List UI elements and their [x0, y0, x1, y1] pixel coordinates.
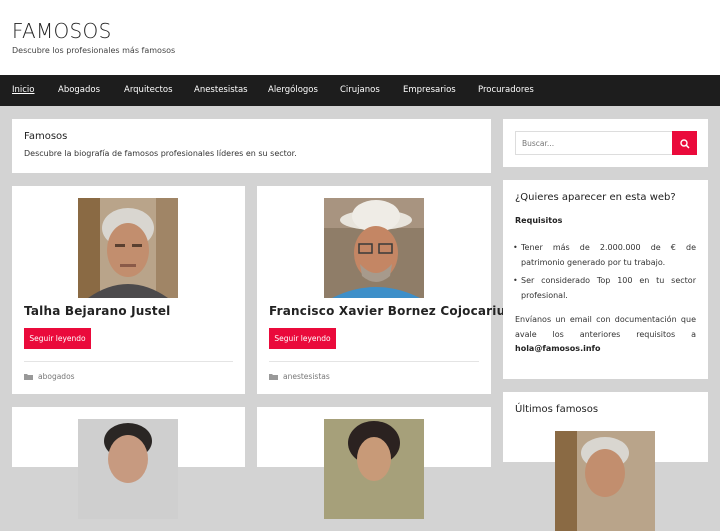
- nav-item-abogados[interactable]: Abogados: [58, 85, 100, 95]
- requirements-list: Tener más de 2.000.000 de € de patrimoni…: [513, 240, 696, 303]
- intro-text: Descubre la biografía de famosos profesi…: [24, 149, 297, 158]
- requirement-item: Ser considerado Top 100 en tu sector pro…: [513, 273, 696, 303]
- nav-item-inicio[interactable]: Inicio: [12, 85, 35, 95]
- search-button[interactable]: [672, 131, 697, 155]
- contact-paragraph: Envíanos un email con documentación que …: [515, 315, 696, 339]
- nav-item-arquitectos[interactable]: Arquitectos: [124, 85, 173, 95]
- join-widget-title: ¿Quieres aparecer en esta web?: [515, 192, 676, 203]
- requirement-item: Tener más de 2.000.000 de € de patrimoni…: [513, 240, 696, 270]
- nav-item-anestesistas[interactable]: Anestesistas: [194, 85, 248, 95]
- contact-email[interactable]: hola@famosos.info: [515, 344, 601, 353]
- nav-item-cirujanos[interactable]: Cirujanos: [340, 85, 380, 95]
- latest-widget: Últimos famosos: [503, 392, 708, 531]
- card-category: abogados: [24, 372, 75, 381]
- latest-widget-title: Últimos famosos: [515, 404, 599, 415]
- site-title[interactable]: FAMOSOS: [12, 19, 112, 43]
- intro-box: Famosos Descubre la biografía de famosos…: [12, 119, 491, 173]
- join-widget: ¿Quieres aparecer en esta web? Requisito…: [503, 180, 708, 379]
- site-header: FAMOSOS Descubre los profesionales más f…: [0, 0, 720, 75]
- search-input[interactable]: [515, 131, 673, 155]
- profile-photo[interactable]: [78, 419, 178, 519]
- main-nav: Inicio Abogados Arquitectos Anestesistas…: [0, 75, 720, 106]
- profile-photo[interactable]: [324, 419, 424, 519]
- read-more-button[interactable]: Seguir leyendo: [24, 328, 91, 349]
- card-divider: [269, 361, 479, 362]
- requirements-heading: Requisitos: [515, 216, 563, 225]
- profile-card: [257, 407, 491, 519]
- profile-card: [12, 407, 245, 519]
- profile-photo[interactable]: [324, 198, 424, 298]
- profile-card: Francisco Xavier Bornez Cojocariu Seguir…: [257, 186, 505, 394]
- category-link[interactable]: abogados: [38, 372, 75, 381]
- folder-icon: [24, 373, 33, 380]
- profile-photo[interactable]: [78, 198, 178, 298]
- search-widget: [503, 119, 708, 167]
- read-more-button[interactable]: Seguir leyendo: [269, 328, 336, 349]
- latest-photo[interactable]: [555, 431, 655, 531]
- nav-item-empresarios[interactable]: Empresarios: [403, 85, 456, 95]
- nav-item-alergologos[interactable]: Alergólogos: [268, 85, 318, 95]
- search-icon: [679, 134, 690, 153]
- profile-name[interactable]: Talha Bejarano Justel: [24, 304, 170, 318]
- folder-icon: [269, 373, 278, 380]
- nav-item-procuradores[interactable]: Procuradores: [478, 85, 534, 95]
- card-category: anestesistas: [269, 372, 330, 381]
- intro-title: Famosos: [24, 131, 68, 142]
- profile-card: Talha Bejarano Justel Seguir leyendo abo…: [12, 186, 245, 394]
- profile-name[interactable]: Francisco Xavier Bornez Cojocariu: [269, 304, 505, 318]
- site-description: Descubre los profesionales más famosos: [12, 46, 176, 55]
- category-link[interactable]: anestesistas: [283, 372, 330, 381]
- card-divider: [24, 361, 233, 362]
